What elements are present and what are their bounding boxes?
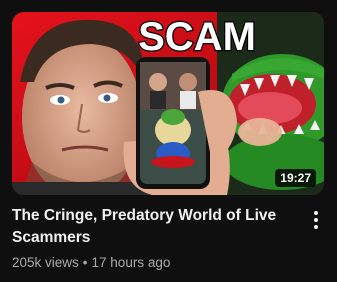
- menu-dot: [314, 218, 318, 222]
- meta-separator: •: [82, 255, 88, 270]
- video-card[interactable]: SCAM 19:27 The Cringe, Predatory World o…: [0, 0, 337, 282]
- upload-age: 17 hours ago: [91, 255, 171, 270]
- video-thumbnail[interactable]: SCAM 19:27: [12, 12, 324, 195]
- menu-dot: [314, 225, 318, 229]
- video-metadata: 205k views • 17 hours ago: [12, 254, 170, 272]
- thumbnail-image: SCAM: [12, 12, 324, 195]
- duration-badge: 19:27: [275, 169, 316, 187]
- more-vert-icon[interactable]: [306, 208, 326, 232]
- view-count: 205k views: [12, 255, 79, 270]
- video-title[interactable]: The Cringe, Predatory World of Live Scam…: [12, 205, 297, 249]
- menu-dot: [314, 211, 318, 215]
- scam-overlay-text: SCAM: [138, 15, 256, 59]
